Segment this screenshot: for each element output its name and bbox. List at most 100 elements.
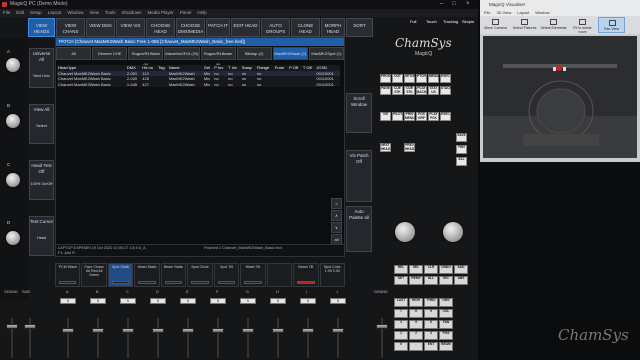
cell-swap[interactable]: no xyxy=(240,81,256,87)
encoder-knob-b[interactable] xyxy=(6,114,20,128)
encoder-knob-y[interactable] xyxy=(443,222,463,242)
key-all[interactable]: ALL xyxy=(456,157,467,166)
fader-cap[interactable] xyxy=(122,328,134,333)
key-remv[interactable]: REMV xyxy=(409,276,423,285)
key-cue-stk[interactable]: CUE STK xyxy=(392,86,403,95)
fader-select-button[interactable]: S xyxy=(60,298,76,304)
playback-4[interactable]: Wash Static xyxy=(134,263,160,287)
fader-select-button[interactable]: S xyxy=(210,298,226,304)
key-setup[interactable]: SETUP xyxy=(404,74,416,83)
key-rel[interactable]: REL xyxy=(394,265,408,274)
universe-button[interactable]: Universe All Next Univ xyxy=(29,48,54,88)
menu-layout[interactable]: Layout xyxy=(48,9,62,17)
cell-name[interactable]: MaxMK2Wash xyxy=(167,81,203,87)
playback-10[interactable]: Beam Tilt xyxy=(293,263,319,287)
playback-6[interactable]: Spot Circle xyxy=(187,263,213,287)
menu-setup[interactable]: Setup xyxy=(30,9,42,17)
menu-view[interactable]: View xyxy=(89,9,99,17)
fader-cap[interactable] xyxy=(24,324,36,329)
command-line[interactable]: F1: Add R xyxy=(58,251,342,256)
vis-menu-layout[interactable]: Layout xyxy=(517,9,529,16)
encoder-knob-x[interactable] xyxy=(395,222,415,242)
cell-t-inv[interactable]: no xyxy=(227,81,241,87)
menu-help[interactable]: Help xyxy=(197,9,206,17)
key-play-pck[interactable]: PLAY PCK xyxy=(428,112,439,121)
fader-select-button[interactable]: S xyxy=(120,298,136,304)
fader-select-button[interactable]: S xyxy=(300,298,316,304)
key-undo[interactable]: UNDO xyxy=(439,265,453,274)
sort-button[interactable]: SORT xyxy=(346,18,373,37)
view-chans-button[interactable]: VIEW CHANS xyxy=(56,18,85,37)
key-page[interactable]: PAGE xyxy=(380,86,391,95)
cell-tag[interactable] xyxy=(157,81,168,87)
key-status[interactable]: STAT US xyxy=(428,86,439,95)
view-dmx-button[interactable]: VIEW DMX xyxy=(86,18,115,37)
fit-room-tool[interactable]: Fit to whole room xyxy=(569,17,596,34)
select-elements-tool[interactable]: Select Elements xyxy=(540,17,567,33)
key-fan-2[interactable]: FAN xyxy=(439,320,453,329)
playback-5[interactable]: Beam Static xyxy=(160,263,187,287)
menu-window[interactable]: Window xyxy=(67,9,83,17)
key-stack[interactable]: STACK xyxy=(440,86,452,95)
key-pos[interactable]: POS xyxy=(439,331,453,340)
tab-maverick[interactable]: Maverick2Fx3 (20) xyxy=(164,47,200,60)
scroll-window-button[interactable]: Scroll Window xyxy=(346,93,372,133)
choose-dmx-media-button[interactable]: CHOOSE DMX/MEDIA xyxy=(176,18,205,37)
key-prev-head[interactable]: PREV HEAD xyxy=(404,143,415,152)
auto-groups-button[interactable]: AUTO GROUPS xyxy=(261,18,290,37)
view-all-button[interactable]: View All Select xyxy=(29,104,54,144)
key-cue-stk-2[interactable]: CUE STK xyxy=(404,86,415,95)
mode-full[interactable]: Full xyxy=(410,19,416,24)
key-fan[interactable]: FAN xyxy=(456,145,467,154)
key-8[interactable]: 8 xyxy=(409,309,423,318)
key-high[interactable]: HIGH xyxy=(409,298,423,307)
encoder-knob-a[interactable] xyxy=(6,58,20,72)
key-pilot[interactable]: PILOT xyxy=(392,112,403,121)
tab-bitmap[interactable]: Bitmap (2) xyxy=(236,47,272,60)
pan-view-tool[interactable]: Pan View xyxy=(598,17,625,33)
key-clr[interactable]: CLR xyxy=(424,265,438,274)
playback-3[interactable]: Spot Static xyxy=(107,263,134,287)
key-save[interactable]: SAVE xyxy=(456,133,467,142)
mode-touch[interactable]: Touch xyxy=(426,19,437,24)
table-row[interactable]: Chauvet MaxMK2Wash Basic 1-045 427 MaxMK2Wa… xyxy=(57,81,340,87)
key-col[interactable]: COL xyxy=(439,309,453,318)
key-6[interactable]: 6 xyxy=(424,320,438,329)
playback-9[interactable] xyxy=(266,263,293,287)
morph-head-button[interactable]: MORPH HEAD xyxy=(321,18,345,37)
key-dot[interactable]: . xyxy=(409,342,423,351)
key-ptch[interactable]: PTCH xyxy=(416,74,427,83)
fader-cap[interactable] xyxy=(272,328,284,333)
menu-edit[interactable]: Edit xyxy=(16,9,24,17)
key-all-2[interactable]: ALL xyxy=(424,276,438,285)
fader-cap[interactable] xyxy=(92,328,104,333)
fader-cap[interactable] xyxy=(332,328,344,333)
playback-7[interactable]: Spot Tilt xyxy=(213,263,240,287)
fader-cap[interactable] xyxy=(152,328,164,333)
cell-from[interactable] xyxy=(273,81,289,87)
fader-cap[interactable] xyxy=(302,328,314,333)
tab-rogue-beam[interactable]: Rogue/R1Beam (6) xyxy=(200,47,236,67)
tab-all[interactable]: All xyxy=(56,47,92,60)
cell-jcsn[interactable]: 00110001 xyxy=(315,81,340,87)
edit-head-button[interactable]: EDIT HEAD xyxy=(231,18,260,37)
tab-maxmk2wash[interactable]: MaxMK2Wash (2) xyxy=(272,47,308,60)
key-add[interactable]: ADD xyxy=(454,265,468,274)
key-next-head[interactable]: NEXT HEAD xyxy=(380,143,391,152)
key-2[interactable]: 2 xyxy=(409,331,423,340)
fader-select-button[interactable]: S xyxy=(180,298,196,304)
menu-shutdown[interactable]: Shutdown xyxy=(122,9,142,17)
playback-11[interactable]: Spot Color 1.00 0.00 xyxy=(319,263,345,287)
key-media[interactable]: MEDIA xyxy=(428,74,439,83)
visualiser-3d-stage[interactable] xyxy=(483,36,637,158)
menu-panel[interactable]: Panel xyxy=(180,9,192,17)
fader-cap[interactable] xyxy=(242,328,254,333)
key-org[interactable]: ORG xyxy=(439,298,453,307)
mode-simple[interactable]: Simple xyxy=(462,19,474,24)
fader-cap[interactable] xyxy=(182,328,194,333)
cell-dmx[interactable]: 1-045 xyxy=(125,81,142,87)
scroll-left-button[interactable]: < xyxy=(331,198,342,209)
playback-8[interactable]: Wash Tilt xyxy=(240,263,266,287)
cell-head-type[interactable]: Chauvet MaxMK2Wash Basic xyxy=(57,81,126,87)
key-prog[interactable]: PROG xyxy=(380,74,391,83)
